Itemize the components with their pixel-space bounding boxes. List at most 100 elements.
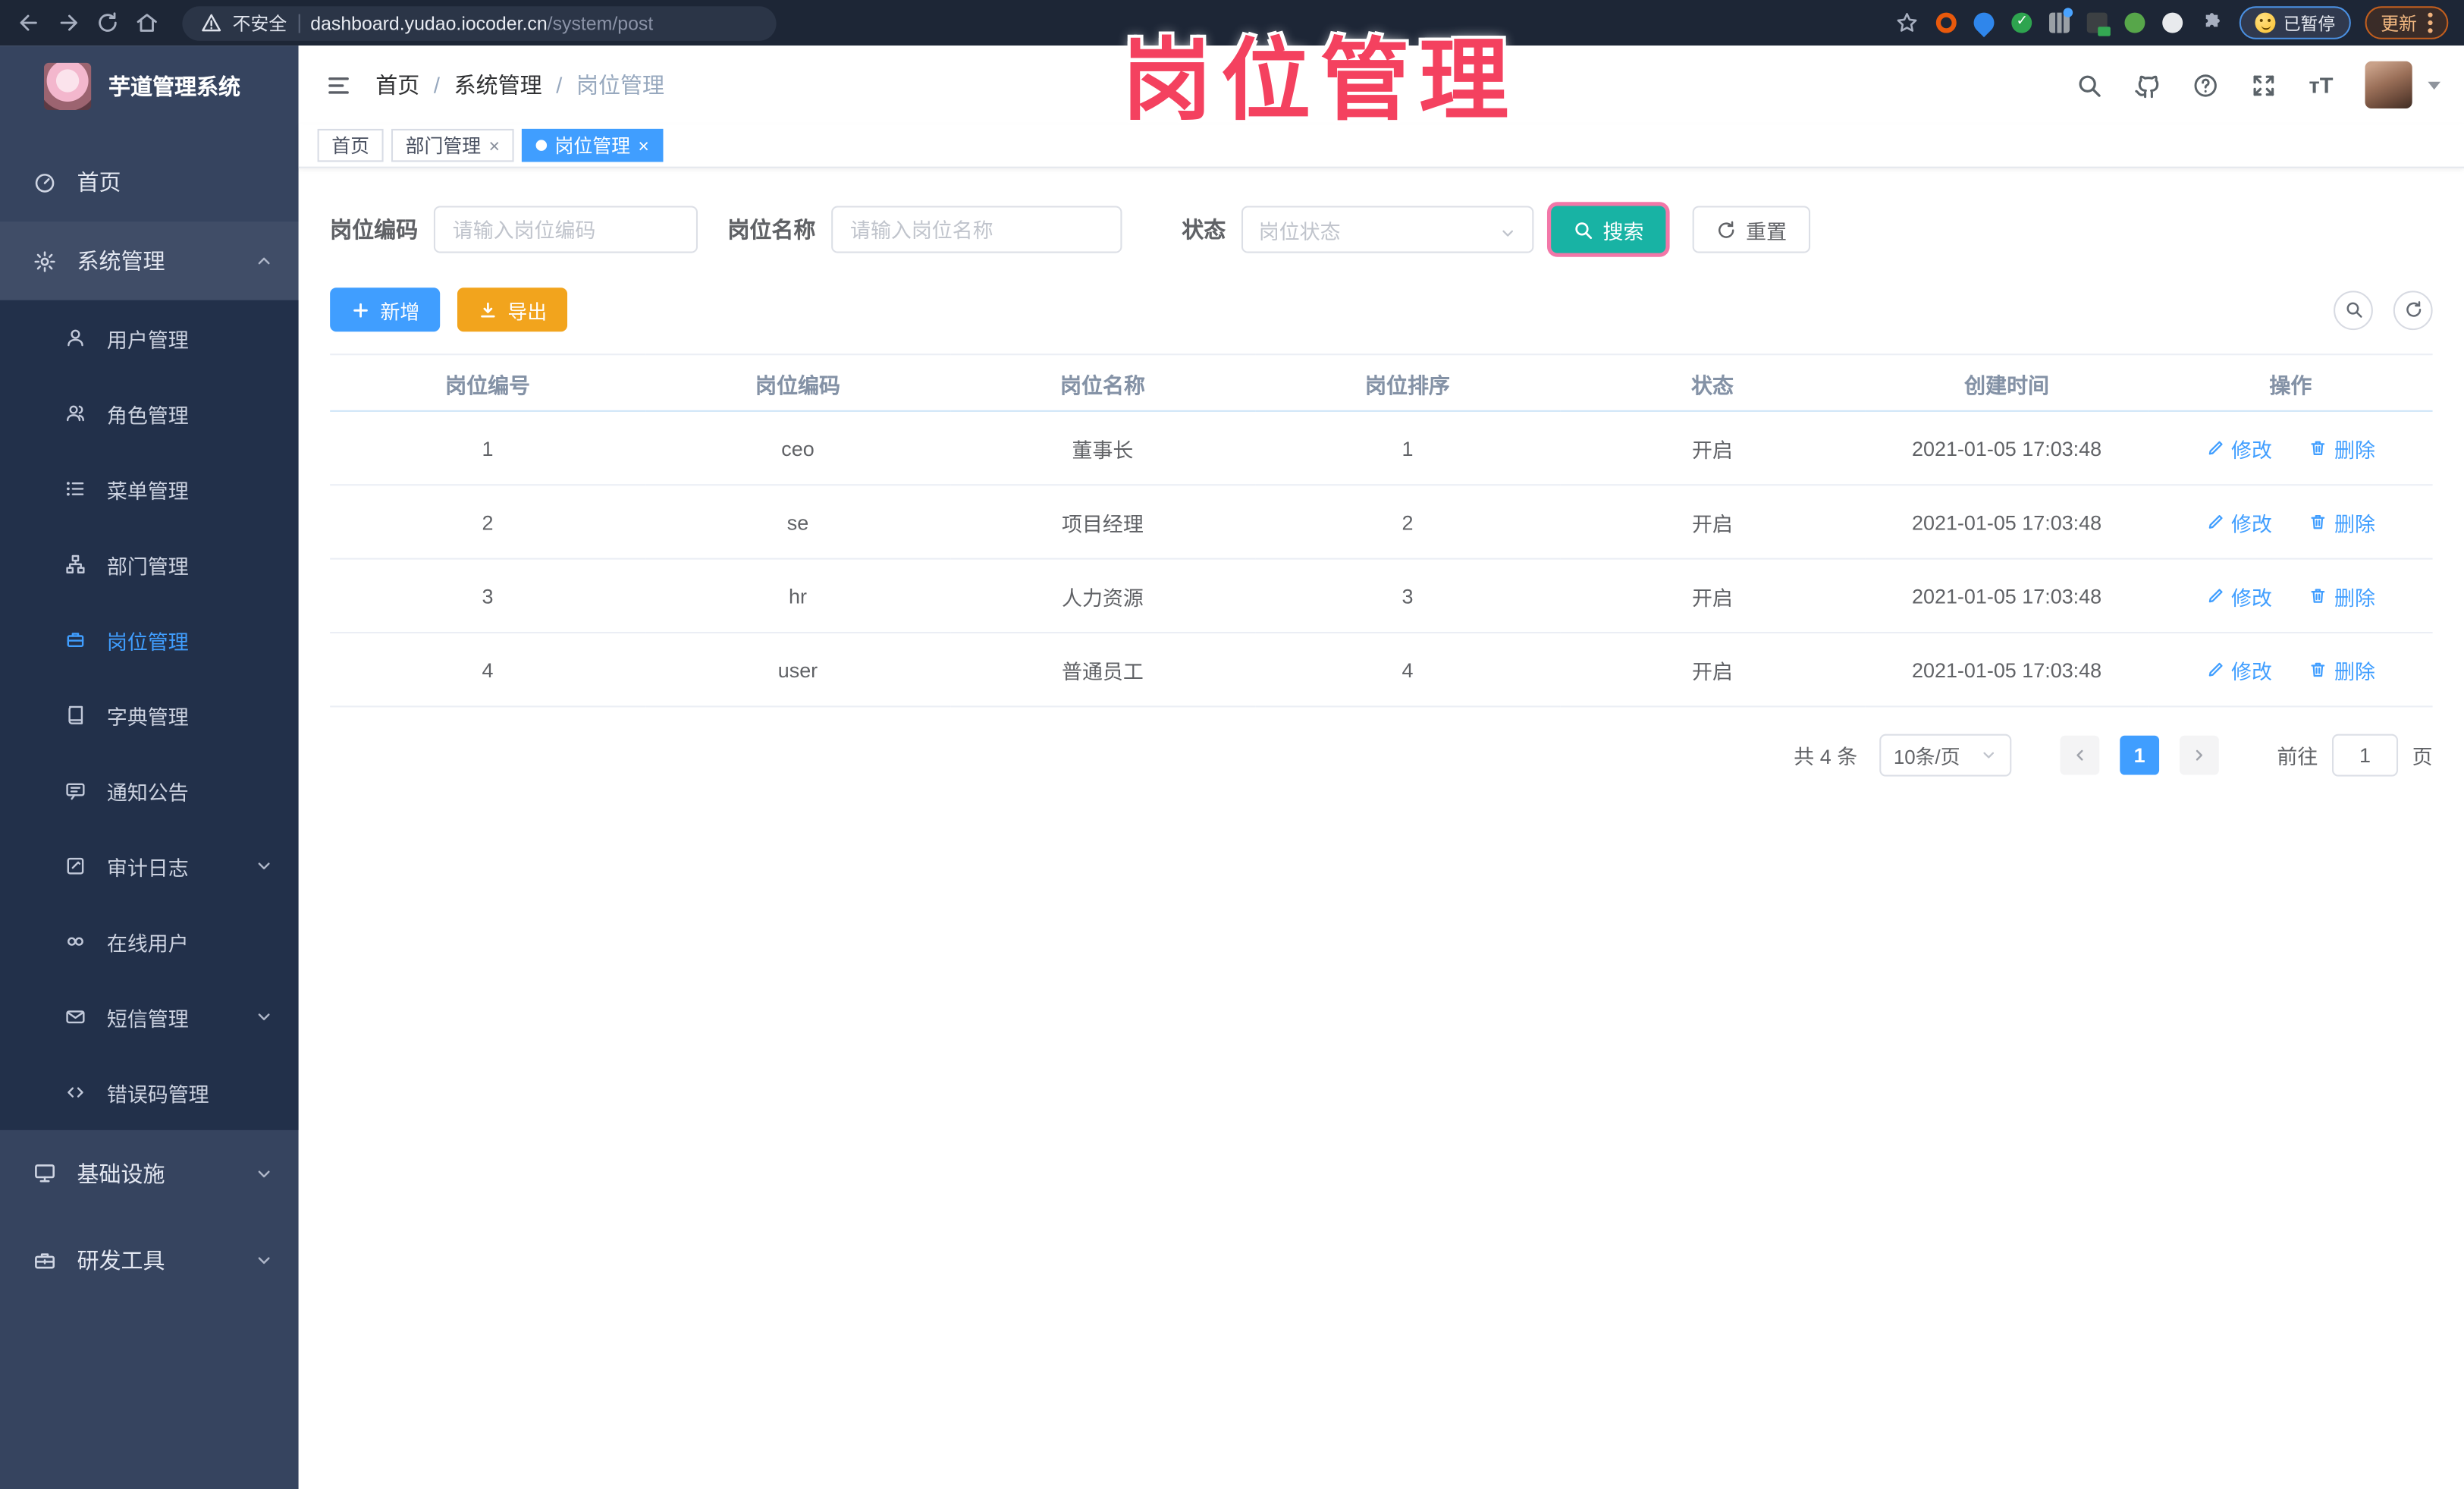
next-page-button[interactable] bbox=[2179, 735, 2219, 775]
profile-paused-chip[interactable]: 已暂停 bbox=[2239, 6, 2351, 39]
sidebar-item-部门管理[interactable]: 部门管理 bbox=[0, 526, 299, 602]
refresh-icon[interactable] bbox=[2393, 290, 2433, 330]
edit-link[interactable]: 修改 bbox=[2206, 655, 2272, 684]
search-button-label: 搜索 bbox=[1602, 219, 1644, 243]
cell-post-code: hr bbox=[645, 558, 950, 634]
delete-link[interactable]: 删除 bbox=[2309, 655, 2375, 684]
cell-post-code: user bbox=[645, 633, 950, 708]
sidebar-item-用户管理[interactable]: 用户管理 bbox=[0, 300, 299, 375]
reload-icon[interactable] bbox=[94, 9, 121, 36]
table-row: 3 hr 人力资源 3 开启 2021-01-05 17:03:48 修改 删除 bbox=[330, 558, 2433, 634]
page-size-select[interactable]: 10条/页 bbox=[1879, 734, 2012, 777]
toggle-search-icon[interactable] bbox=[2334, 290, 2373, 330]
cell-post-sort: 2 bbox=[1254, 485, 1560, 560]
extensions-puzzle-icon[interactable] bbox=[2199, 9, 2225, 36]
sidebar-item-短信管理[interactable]: 短信管理 bbox=[0, 979, 299, 1054]
user-menu[interactable] bbox=[2365, 61, 2440, 108]
browser-update-button[interactable]: 更新 bbox=[2365, 6, 2449, 39]
font-size-icon[interactable]: тT bbox=[2307, 71, 2335, 99]
prev-page-button[interactable] bbox=[2060, 735, 2100, 775]
address-bar[interactable]: 不安全 dashboard.yudao.iocoder.cn/system/po… bbox=[182, 5, 777, 40]
extension-dark-badge[interactable] bbox=[2086, 11, 2111, 36]
sidebar-item-首页[interactable]: 首页 bbox=[0, 143, 299, 222]
hamburger-icon[interactable] bbox=[325, 73, 352, 96]
menu-item-label: 研发工具 bbox=[77, 1247, 165, 1273]
home-icon[interactable] bbox=[133, 9, 160, 36]
edit-icon bbox=[2206, 513, 2225, 532]
sidebar-item-系统管理[interactable]: 系统管理 bbox=[0, 221, 299, 300]
tags-bar: 首页 部门管理 × 岗位管理 × bbox=[298, 124, 2464, 168]
forward-icon[interactable] bbox=[55, 9, 82, 36]
menu-item-label: 菜单管理 bbox=[106, 478, 189, 503]
sidebar-item-字典管理[interactable]: 字典管理 bbox=[0, 677, 299, 752]
trash-icon bbox=[2309, 586, 2328, 605]
sidebar-item-研发工具[interactable]: 研发工具 bbox=[0, 1217, 299, 1303]
search-icon[interactable] bbox=[2074, 71, 2102, 99]
chevron-down-icon bbox=[255, 1250, 274, 1269]
delete-link[interactable]: 删除 bbox=[2309, 581, 2375, 611]
edit-link[interactable]: 修改 bbox=[2206, 581, 2272, 611]
cell-created-time: 2021-01-05 17:03:48 bbox=[1864, 485, 2149, 560]
column-header: 岗位名称 bbox=[950, 353, 1255, 412]
post-code-input[interactable] bbox=[433, 206, 698, 253]
pagination-total: 共 4 条 bbox=[1794, 745, 1858, 769]
extension-blue-pin[interactable] bbox=[1969, 8, 1999, 38]
trash-icon bbox=[2309, 438, 2328, 457]
column-header: 岗位编号 bbox=[330, 353, 645, 412]
extension-green-dot[interactable] bbox=[2123, 11, 2146, 35]
extension-puzzle[interactable] bbox=[2161, 11, 2184, 35]
close-icon[interactable]: × bbox=[488, 136, 500, 155]
menu-item-label: 岗位管理 bbox=[106, 629, 189, 653]
url-path: /system/post bbox=[547, 11, 654, 34]
sidebar-item-角色管理[interactable]: 角色管理 bbox=[0, 375, 299, 451]
export-button-label: 导出 bbox=[507, 300, 548, 323]
delete-link[interactable]: 删除 bbox=[2309, 433, 2375, 463]
app-logo[interactable]: 芋道管理系统 bbox=[0, 46, 299, 127]
export-button[interactable]: 导出 bbox=[457, 287, 568, 332]
reset-button[interactable]: 重置 bbox=[1692, 206, 1811, 253]
extension-grey-bars[interactable] bbox=[2048, 8, 2073, 35]
breadcrumb-home[interactable]: 首页 bbox=[375, 69, 419, 100]
menu-item-label: 首页 bbox=[77, 169, 121, 195]
browser-menu-kebab-icon[interactable] bbox=[2428, 20, 2433, 26]
extension-orange-ring[interactable] bbox=[1935, 11, 1958, 35]
goto-page-input[interactable] bbox=[2331, 734, 2398, 777]
tab-岗位管理[interactable]: 岗位管理 × bbox=[522, 128, 664, 162]
back-icon[interactable] bbox=[16, 9, 42, 36]
extension-green-check[interactable] bbox=[2010, 11, 2033, 35]
cell-post-status: 开启 bbox=[1559, 633, 1865, 708]
cell-post-id: 2 bbox=[330, 485, 645, 560]
help-question-icon[interactable] bbox=[2191, 71, 2219, 99]
menu-item-label: 角色管理 bbox=[106, 403, 189, 427]
cell-post-name: 普通员工 bbox=[950, 633, 1255, 708]
status-select[interactable]: 岗位状态 bbox=[1241, 206, 1534, 253]
add-button[interactable]: 新增 bbox=[330, 287, 441, 332]
breadcrumb-current: 岗位管理 bbox=[576, 72, 665, 98]
delete-link[interactable]: 删除 bbox=[2309, 507, 2375, 536]
sidebar-item-基础设施[interactable]: 基础设施 bbox=[0, 1130, 299, 1217]
sidebar-item-错误码管理[interactable]: 错误码管理 bbox=[0, 1054, 299, 1129]
sidebar-item-菜单管理[interactable]: 菜单管理 bbox=[0, 451, 299, 526]
edit-link[interactable]: 修改 bbox=[2206, 507, 2272, 536]
close-icon[interactable]: × bbox=[638, 136, 649, 155]
page-number-button[interactable]: 1 bbox=[2120, 735, 2160, 775]
fullscreen-icon[interactable] bbox=[2249, 71, 2277, 99]
github-icon[interactable] bbox=[2133, 71, 2161, 99]
chevron-down-icon bbox=[255, 1164, 274, 1183]
sidebar-item-在线用户[interactable]: 在线用户 bbox=[0, 903, 299, 979]
breadcrumb-system[interactable]: 系统管理 bbox=[454, 69, 542, 100]
post-code-label: 岗位编码 bbox=[330, 216, 419, 243]
edit-link[interactable]: 修改 bbox=[2206, 433, 2272, 463]
profile-emoji-icon bbox=[2255, 12, 2276, 33]
sidebar-item-审计日志[interactable]: 审计日志 bbox=[0, 828, 299, 903]
tab-首页[interactable]: 首页 bbox=[317, 128, 384, 162]
bookmark-star-icon[interactable] bbox=[1894, 9, 1920, 36]
sidebar: 芋道管理系统 首页 系统管理 用户管理 角色管理 菜单管理 部门管理 岗位管理 … bbox=[0, 46, 299, 1489]
cell-created-time: 2021-01-05 17:03:48 bbox=[1864, 633, 2149, 708]
sidebar-item-通知公告[interactable]: 通知公告 bbox=[0, 753, 299, 828]
tab-部门管理[interactable]: 部门管理 × bbox=[391, 128, 514, 162]
post-name-input[interactable] bbox=[831, 206, 1122, 253]
sidebar-item-岗位管理[interactable]: 岗位管理 bbox=[0, 602, 299, 677]
search-button[interactable]: 搜索 bbox=[1551, 206, 1666, 253]
table-row: 1 ceo 董事长 1 开启 2021-01-05 17:03:48 修改 删除 bbox=[330, 410, 2433, 486]
